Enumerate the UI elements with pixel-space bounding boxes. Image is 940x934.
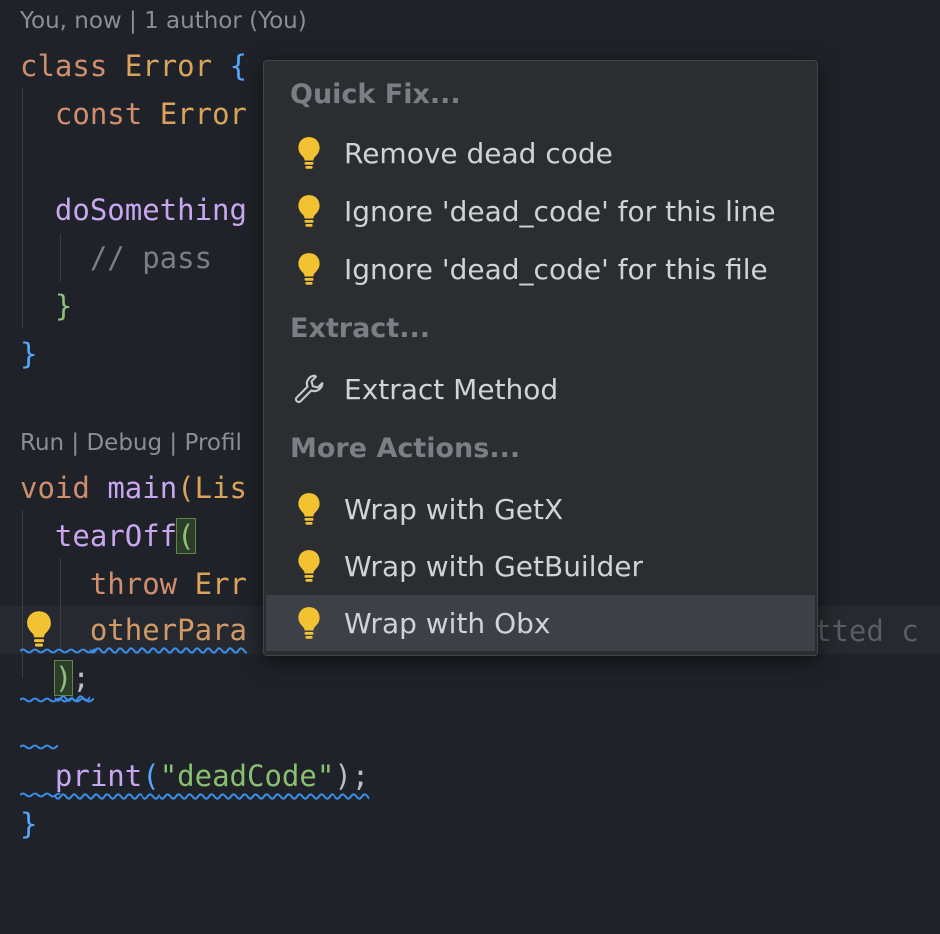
code-line-6: } <box>20 330 37 378</box>
code-line-13: } <box>20 800 37 848</box>
codelens-run-debug[interactable]: Run | Debug | Profil <box>20 425 242 461</box>
code-line-7: void main(Lis <box>20 464 247 512</box>
section-header-more-actions: More Actions... <box>290 433 521 464</box>
code-line-4: // pass <box>20 234 212 282</box>
keyword: const <box>54 97 143 131</box>
wrench-icon <box>292 372 326 406</box>
code-line-10: otherPara <box>20 606 247 654</box>
section-header-quick-fix: Quick Fix... <box>290 79 461 110</box>
action-ignore-dead-code-file[interactable]: Ignore 'dead_code' for this file <box>266 241 815 297</box>
parameter-name: otherPara <box>89 613 247 647</box>
function-name: tearOff <box>54 519 178 553</box>
action-label: Ignore 'dead_code' for this line <box>344 194 776 228</box>
method-name: doSomething <box>54 193 247 227</box>
function-name: main <box>107 471 178 505</box>
lightbulb-icon <box>292 252 326 286</box>
keyword: throw <box>89 567 178 601</box>
action-wrap-with-getbuilder[interactable]: Wrap with GetBuilder <box>266 538 815 594</box>
action-ignore-dead-code-line[interactable]: Ignore 'dead_code' for this line <box>266 183 815 239</box>
warning-squiggle <box>20 648 96 654</box>
keyword: class <box>20 49 108 83</box>
lightbulb-icon <box>292 194 326 228</box>
type-name: Lis <box>194 471 248 505</box>
warning-squiggle <box>20 744 58 750</box>
function-name: print <box>54 759 143 793</box>
action-wrap-with-getx[interactable]: Wrap with GetX <box>266 481 815 537</box>
warning-squiggle <box>20 697 94 703</box>
action-label: Ignore 'dead_code' for this file <box>344 252 768 286</box>
paren: ); <box>334 759 370 793</box>
brace: } <box>20 807 38 841</box>
class-name: Err <box>194 567 248 601</box>
action-label: Extract Method <box>344 372 559 406</box>
lightbulb-icon <box>292 136 326 170</box>
warning-squiggle <box>20 792 60 798</box>
code-line-5: } <box>20 282 72 330</box>
matched-bracket: ) <box>53 660 74 696</box>
code-line-11: ); <box>20 654 90 702</box>
codelens-author[interactable]: You, now | 1 author (You) <box>20 3 307 39</box>
section-header-extract: Extract... <box>290 313 430 344</box>
action-remove-dead-code[interactable]: Remove dead code <box>266 125 815 181</box>
lightbulb-icon <box>292 606 326 640</box>
action-label: Wrap with GetX <box>344 492 564 526</box>
class-name: Error <box>124 49 213 83</box>
action-label: Remove dead code <box>344 136 613 170</box>
brace: } <box>54 289 73 323</box>
paren: ( <box>142 759 160 793</box>
code-actions-popup: Quick Fix... Remove dead code Ignore 'de… <box>263 60 818 656</box>
lightbulb-icon <box>292 492 326 526</box>
code-line-2: const Error <box>20 90 247 138</box>
code-line-12: print("deadCode"); <box>20 752 369 800</box>
comment: // pass <box>89 241 213 275</box>
action-label: Wrap with GetBuilder <box>344 549 644 583</box>
semicolon: ; <box>72 661 90 695</box>
lightbulb-icon <box>292 549 326 583</box>
brace: { <box>229 49 248 83</box>
code-line-3: doSomething <box>20 186 247 234</box>
code-line-1: class Error { <box>20 42 247 90</box>
string-literal: "deadCode" <box>159 759 335 793</box>
gutter-lightbulb-icon[interactable] <box>24 610 54 648</box>
class-name: Error <box>159 97 248 131</box>
paren: ( <box>177 471 195 505</box>
code-line-9: throw Err <box>20 560 247 608</box>
action-label: Wrap with Obx <box>344 606 551 640</box>
brace: } <box>20 337 38 371</box>
inline-hint: tted c <box>814 614 919 648</box>
code-line-8: tearOff( <box>20 512 196 560</box>
matched-bracket: ( <box>176 518 196 554</box>
action-extract-method[interactable]: Extract Method <box>266 361 815 417</box>
action-wrap-with-obx[interactable]: Wrap with Obx <box>266 595 815 651</box>
keyword: void <box>20 471 90 505</box>
